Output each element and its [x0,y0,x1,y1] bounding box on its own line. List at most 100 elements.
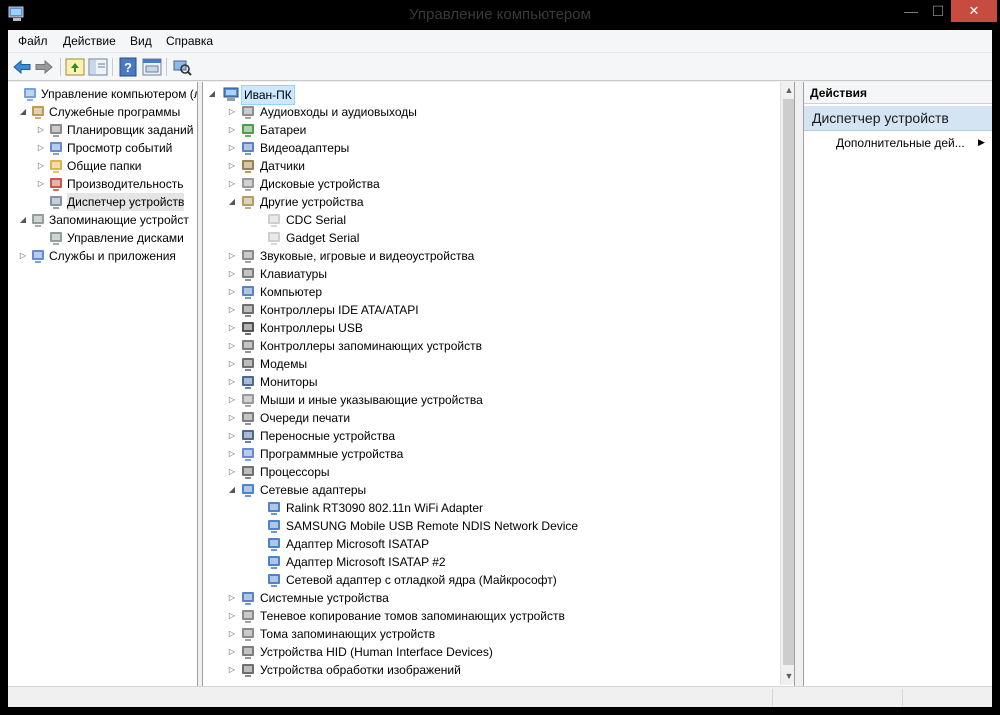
menu-file[interactable]: Файл [18,34,48,48]
console-tree-icon[interactable] [88,57,108,77]
device-category[interactable]: ▷ Теневое копирование томов запоминающих… [203,607,778,625]
submenu-arrow-icon[interactable]: ▶ [978,137,985,148]
device-category[interactable]: ▷ Видеоадаптеры [203,139,778,157]
device-category[interactable]: ▷ Контроллеры USB [203,319,778,337]
device-category[interactable]: ▷ Контроллеры IDE ATA/ATAPI [203,301,778,319]
expand-right-icon[interactable]: ▷ [36,121,46,139]
expand-right-icon[interactable]: ▷ [227,175,237,193]
minimize-button[interactable]: — [898,0,924,22]
device-category[interactable]: ◢ Другие устройства [203,193,778,211]
console-tree-item[interactable]: Управление дисками [8,229,197,247]
console-tree-item[interactable]: ◢ Служебные программы [8,103,197,121]
expand-right-icon[interactable]: ▷ [227,319,237,337]
scroll-up-icon[interactable]: ▲ [781,82,794,99]
forward-icon[interactable] [34,57,54,77]
expand-right-icon[interactable]: ▷ [227,427,237,445]
device-category[interactable]: ▷ Компьютер [203,283,778,301]
properties-icon[interactable] [142,57,162,77]
device-category[interactable]: ▷ Звуковые, игровые и видеоустройства [203,247,778,265]
expand-right-icon[interactable]: ▷ [36,139,46,157]
maximize-button[interactable]: ☐ [925,0,951,22]
device-category[interactable]: ▷ Устройства HID (Human Interface Device… [203,643,778,661]
menu-view[interactable]: Вид [130,34,152,48]
expand-right-icon[interactable]: ▷ [227,589,237,607]
expand-right-icon[interactable]: ▷ [227,607,237,625]
vertical-scroll-thumb[interactable] [783,99,794,665]
console-tree-item[interactable]: ▷ Службы и приложения [8,247,197,265]
actions-group-device-manager[interactable]: Диспетчер устройств [804,106,992,131]
expand-right-icon[interactable]: ▷ [227,103,237,121]
device-category[interactable]: ▷ Процессоры [203,463,778,481]
device-tree-root[interactable]: ◢ Иван-ПК [207,85,407,105]
device-category[interactable]: ▷ Программные устройства [203,445,778,463]
console-tree-item[interactable]: ▷ Общие папки [8,157,197,175]
device-category[interactable]: ▷ Очереди печати [203,409,778,427]
back-icon[interactable] [12,57,32,77]
expand-right-icon[interactable]: ▷ [227,643,237,661]
expand-right-icon[interactable]: ▷ [227,391,237,409]
scan-hardware-icon[interactable] [172,57,192,77]
help-icon[interactable]: ? [118,57,138,77]
device-category[interactable]: ▷ Переносные устройства [203,427,778,445]
expand-right-icon[interactable]: ▷ [227,373,237,391]
device-category[interactable]: ▷ Датчики [203,157,778,175]
console-tree-item-label: Диспетчер устройств [67,193,185,211]
scroll-down-icon[interactable]: ▼ [781,668,794,685]
expand-right-icon[interactable]: ▷ [227,445,237,463]
device-category[interactable]: ▷ Дисковые устройства [203,175,778,193]
menu-help[interactable]: Справка [166,34,213,48]
device-category[interactable]: ▷ Контроллеры запоминающих устройств [203,337,778,355]
expand-right-icon[interactable]: ▷ [227,661,237,679]
expand-right-icon[interactable]: ▷ [18,247,28,265]
expand-right-icon[interactable]: ▷ [227,121,237,139]
menu-action[interactable]: Действие [63,34,116,48]
expand-down-icon[interactable]: ◢ [207,85,217,103]
storage-volume-icon [242,628,254,641]
device-item[interactable]: Ralink RT3090 802.11n WiFi Adapter [203,499,778,517]
device-item[interactable]: Адаптер Microsoft ISATAP #2 [203,553,778,571]
expand-right-icon[interactable]: ▷ [227,265,237,283]
device-category[interactable]: ▷ Клавиатуры [203,265,778,283]
device-category[interactable]: ▷ Мониторы [203,373,778,391]
expand-right-icon[interactable]: ▷ [36,157,46,175]
device-category[interactable]: ▷ Устройства обработки изображений [203,661,778,679]
expand-down-icon[interactable]: ◢ [18,103,28,121]
console-tree-item[interactable]: Управление компьютером (л [8,85,197,103]
console-tree-item[interactable]: ▷ Производительность [8,175,197,193]
expand-down-icon[interactable]: ◢ [227,193,237,211]
expand-right-icon[interactable]: ▷ [227,463,237,481]
expand-right-icon[interactable]: ▷ [227,157,237,175]
device-category[interactable]: ▷ Модемы [203,355,778,373]
device-item[interactable]: Gadget Serial [203,229,778,247]
device-category[interactable]: ▷ Системные устройства [203,589,778,607]
device-item[interactable]: Сетевой адаптер с отладкой ядра (Майкрос… [203,571,778,589]
expand-right-icon[interactable]: ▷ [227,625,237,643]
device-item[interactable]: CDC Serial [203,211,778,229]
device-item[interactable]: SAMSUNG Mobile USB Remote NDIS Network D… [203,517,778,535]
expand-right-icon[interactable]: ▷ [227,247,237,265]
console-tree-item[interactable]: ◢ Запоминающие устройст [8,211,197,229]
device-category[interactable]: ▷ Тома запоминающих устройств [203,625,778,643]
device-category[interactable]: ▷ Аудиовходы и аудиовыходы [203,103,778,121]
expand-down-icon[interactable]: ◢ [18,211,28,229]
expand-right-icon[interactable]: ▷ [227,355,237,373]
expand-right-icon[interactable]: ▷ [227,337,237,355]
expand-right-icon[interactable]: ▷ [227,139,237,157]
console-tree-item[interactable]: Диспетчер устройств [8,193,197,211]
expand-right-icon[interactable]: ▷ [227,283,237,301]
expand-right-icon[interactable]: ▷ [227,301,237,319]
device-category[interactable]: ◢ Сетевые адаптеры [203,481,778,499]
vertical-scrollbar[interactable]: ▲ ▼ [780,82,794,685]
expand-right-icon[interactable]: ▷ [227,409,237,427]
other-devices-icon [242,196,254,209]
device-category[interactable]: ▷ Мыши и иные указывающие устройства [203,391,778,409]
device-item[interactable]: Адаптер Microsoft ISATAP [203,535,778,553]
console-tree-item[interactable]: ▷ Просмотр событий [8,139,197,157]
expand-down-icon[interactable]: ◢ [227,481,237,499]
expand-right-icon[interactable]: ▷ [36,175,46,193]
more-actions-link[interactable]: Дополнительные дей... [836,136,965,150]
device-category[interactable]: ▷ Батареи [203,121,778,139]
close-button[interactable]: ✕ [951,0,997,22]
up-folder-icon[interactable] [65,57,85,77]
console-tree-item[interactable]: ▷ Планировщик заданий [8,121,197,139]
